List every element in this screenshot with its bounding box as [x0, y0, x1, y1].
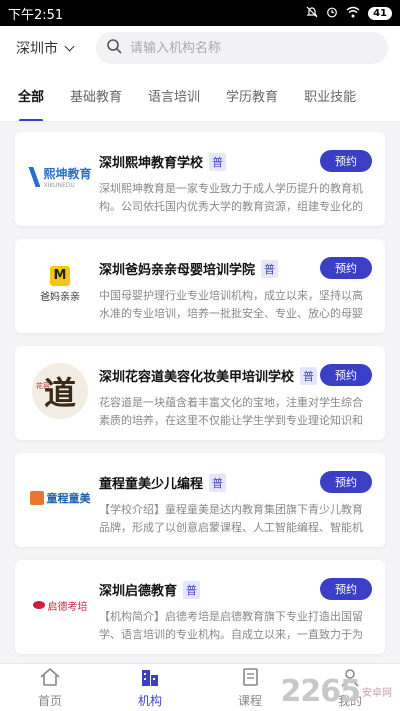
wifi-icon [346, 6, 360, 21]
institution-card[interactable]: M 爸妈亲亲 深圳爸妈亲亲母婴培训学院 普 预约 中国母婴护理行业专业培训机构，… [15, 239, 385, 333]
nav-label: 机构 [137, 693, 162, 708]
nav-home[interactable]: 首页 [0, 664, 100, 711]
search-icon [106, 38, 122, 58]
type-badge: 普 [209, 473, 227, 492]
tab-basic-education[interactable]: 基础教育 [70, 70, 122, 121]
institution-name: 深圳花容道美容化妆美甲培训学校 [99, 370, 295, 385]
category-tabs: 全部 基础教育 语言培训 学历教育 职业技能 [0, 70, 400, 122]
institution-logo: 道 花容 [25, 356, 95, 426]
tab-vocational-skills[interactable]: 职业技能 [304, 70, 356, 121]
logo-mark: M [50, 265, 70, 286]
institution-description: 【机构简介】启德考培是启德教育旗下专业打造出国留学、语言培训的专业机构。自成立以… [99, 610, 363, 641]
tab-language-training[interactable]: 语言培训 [148, 70, 200, 121]
city-label: 深圳市 [16, 41, 58, 57]
top-bar: 深圳市 [0, 26, 400, 70]
institution-name: 深圳启德教育 [99, 584, 178, 599]
logo-text: 熙坤教育 [43, 167, 92, 181]
institution-logo: 启德考培 [25, 570, 95, 640]
institution-name: 深圳爸妈亲亲母婴培训学院 [99, 263, 256, 278]
institution-name-row: 童程童美少儿编程 普 [99, 473, 227, 492]
book-button[interactable]: 预约 [320, 578, 372, 600]
logo-text: 童程童美 [46, 492, 91, 505]
institution-card[interactable]: 启德考培 深圳启德教育 普 预约 【机构简介】启德考培是启德教育旗下专业打造出国… [15, 560, 385, 654]
site-watermark: 2265 安卓网 [281, 674, 393, 709]
logo-subtext: XIKUNEDU [43, 182, 75, 189]
nav-institutions[interactable]: 机构 [100, 664, 200, 711]
watermark-number: 2265 [280, 674, 361, 709]
type-badge: 普 [261, 259, 279, 278]
institution-logo: 熙坤教育 XIKUNEDU [25, 142, 95, 212]
logo-subtext: 花容 [36, 382, 50, 390]
type-badge: 普 [183, 580, 201, 599]
tab-academic-education[interactable]: 学历教育 [226, 70, 278, 121]
building-icon [139, 667, 161, 690]
status-bar: 下午2:51 41 [0, 0, 400, 26]
book-icon [239, 667, 261, 690]
home-icon [39, 667, 61, 690]
book-button[interactable]: 预约 [320, 364, 372, 386]
type-badge: 普 [300, 366, 318, 385]
institution-name-row: 深圳爸妈亲亲母婴培训学院 普 [99, 259, 279, 278]
search-input[interactable] [130, 40, 378, 56]
nav-label: 课程 [237, 693, 262, 708]
book-button[interactable]: 预约 [320, 257, 372, 279]
institution-card[interactable]: 熙坤教育 XIKUNEDU 深圳熙坤教育学校 普 预约 深圳熙坤教育是一家专业致… [15, 132, 385, 226]
search-box[interactable] [96, 32, 388, 64]
status-icons: 41 [306, 6, 392, 21]
institution-name-row: 深圳启德教育 普 [99, 580, 201, 599]
mute-icon [306, 6, 318, 21]
institution-description: 【学校介绍】童程童美是达内教育集团旗下青少儿教育品牌，形成了以创意启蒙课程、人工… [99, 503, 363, 534]
institution-name: 童程童美少儿编程 [99, 477, 204, 492]
institution-list: 熙坤教育 XIKUNEDU 深圳熙坤教育学校 普 预约 深圳熙坤教育是一家专业致… [0, 122, 400, 663]
alarm-icon [326, 6, 338, 21]
institution-name-row: 深圳熙坤教育学校 普 [99, 152, 227, 171]
nav-label: 首页 [37, 693, 62, 708]
institution-description: 深圳熙坤教育是一家专业致力于成人学历提升的教育机构。公司依托国内优秀大学的教育资… [99, 182, 363, 213]
type-badge: 普 [209, 152, 227, 171]
status-time: 下午2:51 [8, 7, 64, 23]
institution-card[interactable]: 道 花容 深圳花容道美容化妆美甲培训学校 普 预约 花容道是一块蕴含着丰富文化的… [15, 346, 385, 440]
institution-name-row: 深圳花容道美容化妆美甲培训学校 普 [99, 366, 318, 385]
watermark-text: 安卓网 [362, 688, 392, 699]
institution-logo: 童程童美 [25, 463, 95, 533]
institution-description: 花容道是一块蕴含着丰富文化的宝地，注重对学生综合素质的培养，在这里不仅能让学生学… [99, 396, 363, 427]
institution-logo: M 爸妈亲亲 [25, 249, 95, 319]
city-selector[interactable]: 深圳市 [16, 38, 96, 58]
logo-text: 道 [43, 374, 76, 412]
book-button[interactable]: 预约 [320, 471, 372, 493]
institution-description: 中国母婴护理行业专业培训机构，成立以来，坚持以高水准的专业培训，培养一批批安全、… [99, 289, 363, 320]
institution-name: 深圳熙坤教育学校 [99, 156, 204, 171]
book-button[interactable]: 预约 [320, 150, 372, 172]
tab-all[interactable]: 全部 [18, 70, 44, 121]
logo-text: 启德考培 [47, 601, 88, 613]
logo-text: 爸妈亲亲 [40, 291, 80, 303]
battery-icon: 41 [368, 6, 392, 20]
chevron-down-icon [64, 41, 75, 51]
institution-card[interactable]: 童程童美 童程童美少儿编程 普 预约 【学校介绍】童程童美是达内教育集团旗下青少… [15, 453, 385, 547]
